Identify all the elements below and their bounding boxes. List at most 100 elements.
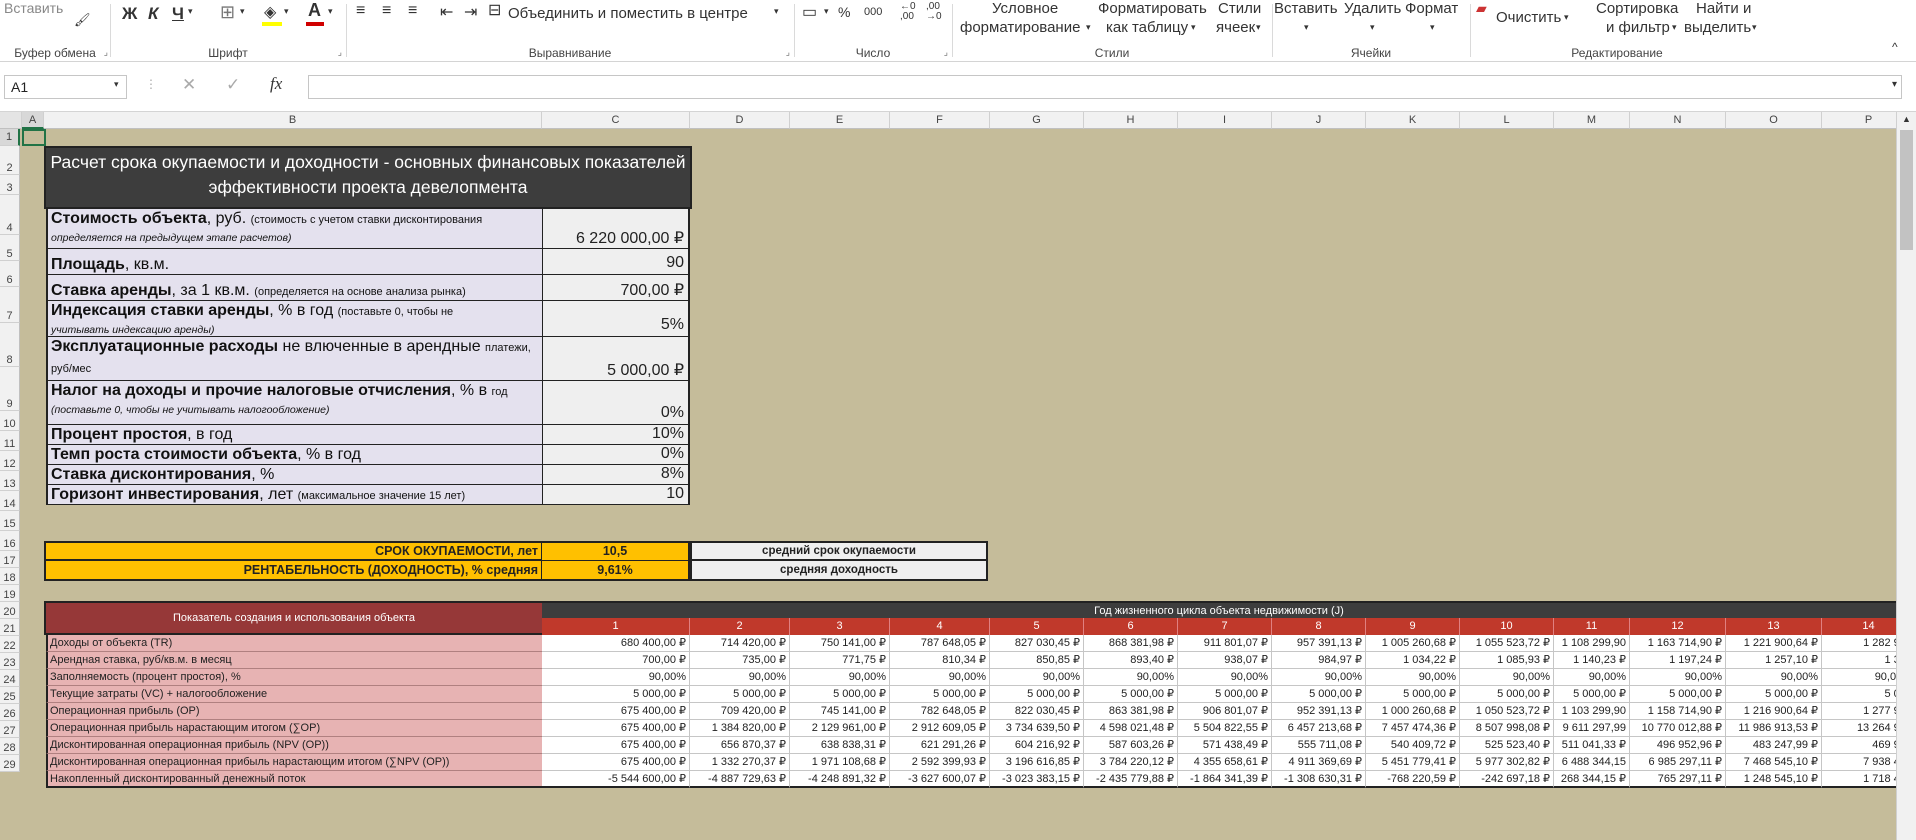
table-cell[interactable]: 4 355 658,61 ₽ — [1178, 754, 1272, 771]
column-header-B[interactable]: B — [44, 112, 542, 129]
formula-input[interactable] — [308, 75, 1902, 99]
sort-filter-label1[interactable]: Сортировка — [1596, 0, 1678, 17]
table-cell[interactable]: 10 770 012,88 ₽ — [1630, 720, 1726, 737]
table-cell[interactable]: 714 420,00 ₽ — [690, 635, 790, 652]
currency-format-icon[interactable]: ▭ — [802, 2, 817, 22]
scroll-thumb[interactable] — [1900, 130, 1913, 250]
column-header-G[interactable]: G — [990, 112, 1084, 129]
row-header-27[interactable]: 27 — [0, 721, 20, 738]
table-cell[interactable]: 90,00% — [1178, 669, 1272, 686]
row-header-14[interactable]: 14 — [0, 491, 20, 511]
row-header-9[interactable]: 9 — [0, 367, 20, 411]
table-cell[interactable]: 8 507 998,08 ₽ — [1460, 720, 1554, 737]
borders-dropdown-icon[interactable]: ▾ — [240, 6, 245, 17]
sort-filter-label2[interactable]: и фильтр — [1606, 19, 1670, 36]
profit-value[interactable]: 9,61% — [542, 561, 690, 581]
table-cell[interactable]: 906 801,07 ₽ — [1178, 703, 1272, 720]
table-cell[interactable]: -1 864 341,39 ₽ — [1178, 771, 1272, 788]
cancel-icon[interactable]: ✕ — [182, 75, 196, 95]
row-header-18[interactable]: 18 — [0, 568, 20, 585]
column-header-J[interactable]: J — [1272, 112, 1366, 129]
bold-button[interactable]: Ж — [122, 4, 137, 24]
clear-button[interactable]: Очистить — [1496, 9, 1561, 26]
table-cell[interactable]: 782 648,05 ₽ — [890, 703, 990, 720]
table-cell[interactable]: 1 034,22 ₽ — [1366, 652, 1460, 669]
merge-icon[interactable]: ⊟ — [488, 0, 501, 20]
table-cell[interactable]: 893,40 ₽ — [1084, 652, 1178, 669]
decrease-indent-icon[interactable]: ⇤ — [440, 2, 453, 22]
table-cell[interactable]: 90,00% — [1272, 669, 1366, 686]
table-cell[interactable]: 604 216,92 ₽ — [990, 737, 1084, 754]
format-table-label2[interactable]: как таблицу — [1106, 19, 1188, 36]
find-dropdown-icon[interactable]: ▾ — [1752, 22, 1757, 33]
table-cell[interactable]: 984,97 ₽ — [1272, 652, 1366, 669]
table-cell[interactable]: 952 391,13 ₽ — [1272, 703, 1366, 720]
table-cell[interactable]: 1 085,93 ₽ — [1460, 652, 1554, 669]
underline-button[interactable]: Ч — [172, 4, 184, 24]
table-cell[interactable]: 540 409,72 ₽ — [1366, 737, 1460, 754]
number-launcher-icon[interactable]: ⌟ — [944, 47, 948, 58]
table-cell[interactable]: 745 141,00 ₽ — [790, 703, 890, 720]
table-cell[interactable]: 850,85 ₽ — [990, 652, 1084, 669]
param-value[interactable]: 5% — [542, 301, 690, 337]
table-cell[interactable]: 957 391,13 ₽ — [1272, 635, 1366, 652]
table-cell[interactable]: 5 000,00 ₽ — [1084, 686, 1178, 703]
enter-icon[interactable]: ✓ — [226, 75, 240, 95]
format-painter-icon[interactable]: 🖌 — [74, 12, 91, 28]
row-header-19[interactable]: 19 — [0, 585, 20, 602]
increase-indent-icon[interactable]: ⇥ — [464, 2, 477, 22]
table-cell[interactable]: 771,75 ₽ — [790, 652, 890, 669]
row-header-24[interactable]: 24 — [0, 670, 20, 687]
param-value[interactable]: 5 000,00 ₽ — [542, 337, 690, 381]
thousands-button[interactable]: 000 — [864, 6, 882, 18]
align-center-icon[interactable]: ≡ — [382, 2, 391, 20]
table-cell[interactable]: 675 400,00 ₽ — [542, 754, 690, 771]
table-cell[interactable]: 680 400,00 ₽ — [542, 635, 690, 652]
table-cell[interactable]: 1 384 820,00 ₽ — [690, 720, 790, 737]
currency-dropdown-icon[interactable]: ▾ — [824, 6, 829, 17]
table-cell[interactable]: 511 041,33 ₽ — [1554, 737, 1630, 754]
table-cell[interactable]: 621 291,26 ₽ — [890, 737, 990, 754]
table-cell[interactable]: 5 000,00 ₽ — [890, 686, 990, 703]
table-cell[interactable]: 863 381,98 ₽ — [1084, 703, 1178, 720]
cell-styles-dropdown-icon[interactable]: ▾ — [1256, 22, 1261, 33]
table-cell[interactable]: 675 400,00 ₽ — [542, 703, 690, 720]
table-cell[interactable]: 6 457 213,68 ₽ — [1272, 720, 1366, 737]
table-cell[interactable]: 555 711,08 ₽ — [1272, 737, 1366, 754]
param-value[interactable]: 700,00 ₽ — [542, 275, 690, 301]
table-cell[interactable]: 1 005 260,68 ₽ — [1366, 635, 1460, 652]
table-cell[interactable]: 5 000,00 ₽ — [1554, 686, 1630, 703]
table-cell[interactable]: 1 332 270,37 ₽ — [690, 754, 790, 771]
row-header-5[interactable]: 5 — [0, 235, 20, 261]
table-cell[interactable]: -3 627 600,07 ₽ — [890, 771, 990, 788]
table-cell[interactable]: -768 220,59 ₽ — [1366, 771, 1460, 788]
table-cell[interactable]: 1 158 714,90 ₽ — [1630, 703, 1726, 720]
table-cell[interactable]: 90,00% — [1554, 669, 1630, 686]
table-cell[interactable]: 1 163 714,90 ₽ — [1630, 635, 1726, 652]
table-cell[interactable]: 5 000,00 ₽ — [790, 686, 890, 703]
table-cell[interactable]: -242 697,18 ₽ — [1460, 771, 1554, 788]
font-color-dropdown-icon[interactable]: ▾ — [328, 6, 333, 17]
table-cell[interactable]: 3 734 639,50 ₽ — [990, 720, 1084, 737]
merge-dropdown-icon[interactable]: ▾ — [774, 6, 779, 17]
table-cell[interactable]: 5 000,00 ₽ — [542, 686, 690, 703]
column-header-L[interactable]: L — [1460, 112, 1554, 129]
table-cell[interactable]: 5 000,00 ₽ — [690, 686, 790, 703]
insert-function-icon[interactable]: fx — [270, 74, 282, 94]
table-cell[interactable]: 90,00% — [542, 669, 690, 686]
table-cell[interactable]: 496 952,96 ₽ — [1630, 737, 1726, 754]
table-cell[interactable]: -2 435 779,88 ₽ — [1084, 771, 1178, 788]
collapse-ribbon-icon[interactable]: ^ — [1892, 40, 1898, 54]
table-cell[interactable]: -4 887 729,63 ₽ — [690, 771, 790, 788]
param-value[interactable]: 90 — [542, 249, 690, 275]
column-header-C[interactable]: C — [542, 112, 690, 129]
row-header-13[interactable]: 13 — [0, 471, 20, 491]
row-header-22[interactable]: 22 — [0, 636, 20, 653]
table-cell[interactable]: 5 000,00 ₽ — [1726, 686, 1822, 703]
conditional-dropdown-icon[interactable]: ▾ — [1086, 22, 1091, 33]
delete-dropdown-icon[interactable]: ▾ — [1370, 22, 1375, 33]
table-cell[interactable]: 1 971 108,68 ₽ — [790, 754, 890, 771]
cell-styles-label1[interactable]: Стили — [1218, 0, 1261, 17]
table-cell[interactable]: 787 648,05 ₽ — [890, 635, 990, 652]
table-cell[interactable]: 911 801,07 ₽ — [1178, 635, 1272, 652]
